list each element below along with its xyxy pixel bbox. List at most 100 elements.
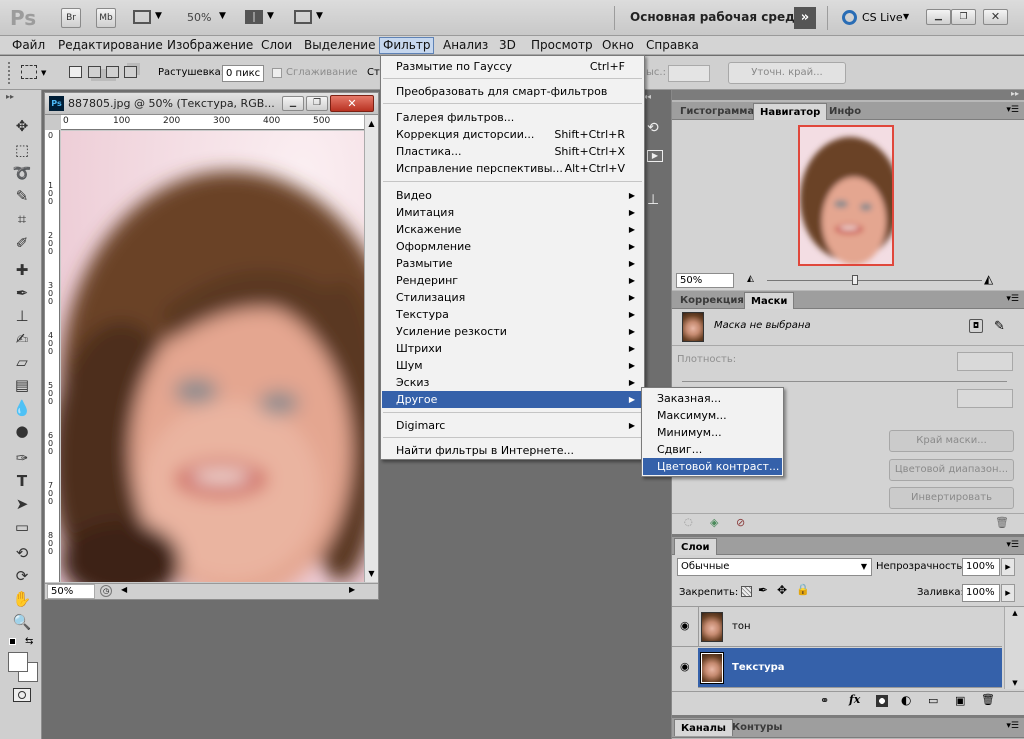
layers-scrollbar[interactable]: ▲ ▼	[1004, 607, 1024, 689]
chevron-down-icon[interactable]: ▼	[903, 12, 909, 21]
menu-item-browse-filters-online[interactable]: Найти фильтры в Интернете...	[382, 442, 643, 459]
navigator-zoom-handle[interactable]	[852, 275, 858, 285]
actions-icon[interactable]: ▶	[647, 150, 663, 162]
menu-select[interactable]: Выделение	[301, 38, 378, 53]
quick-mask-icon[interactable]	[13, 688, 31, 702]
path-selection-tool-icon[interactable]: ➤	[11, 494, 33, 514]
color-range-button[interactable]: Цветовой диапазон...	[889, 459, 1014, 481]
navigator-zoom-slider[interactable]	[767, 280, 982, 281]
menu-item-sketch[interactable]: Эскиз ▶	[382, 374, 643, 391]
foreground-color-swatch[interactable]	[8, 652, 28, 672]
arrange-documents-icon[interactable]	[245, 10, 263, 24]
tab-paths[interactable]: Контуры	[726, 719, 788, 736]
shape-tool-icon[interactable]: ▭	[11, 517, 33, 537]
menu-item-gaussian-blur[interactable]: Размытие по Гауссу Ctrl+F	[382, 58, 643, 75]
scroll-up-icon[interactable]: ▲	[1005, 609, 1024, 617]
menu-window[interactable]: Окно	[599, 38, 637, 53]
chevron-down-icon[interactable]: ▼	[316, 11, 323, 21]
navigator-thumbnail[interactable]	[798, 125, 894, 266]
navigator-zoom-field[interactable]: 50%	[676, 273, 734, 288]
menu-layers[interactable]: Слои	[258, 38, 295, 53]
menu-item-vanishing-point[interactable]: Исправление перспективы... Alt+Ctrl+V	[382, 160, 643, 177]
menu-analysis[interactable]: Анализ	[440, 38, 491, 53]
add-pixel-mask-icon[interactable]: ◘	[969, 319, 983, 333]
doc-zoom-field[interactable]: 50%	[47, 584, 95, 599]
clone-stamp-tool-icon[interactable]: ⊥	[11, 306, 33, 326]
minimize-button[interactable]: ▁	[926, 9, 951, 25]
mask-edge-button[interactable]: Край маски...	[889, 430, 1014, 452]
add-mask-icon[interactable]	[876, 695, 888, 707]
cs-live-label[interactable]: CS Live	[862, 11, 903, 24]
3d-rotate-tool-icon[interactable]: ⟲	[11, 543, 33, 563]
add-selection-icon[interactable]	[88, 66, 101, 78]
feather-input[interactable]	[957, 389, 1013, 408]
new-layer-icon[interactable]: ▣	[955, 694, 965, 707]
lock-all-icon[interactable]: 🔒	[796, 583, 810, 596]
canvas-image[interactable]	[61, 131, 364, 582]
scroll-right-icon[interactable]: ▶	[349, 585, 355, 594]
new-group-icon[interactable]: ▭	[928, 694, 938, 707]
menu-help[interactable]: Справка	[643, 38, 702, 53]
workspace-label[interactable]: Основная рабочая среда	[630, 10, 803, 24]
chevron-down-icon[interactable]: ▼	[41, 69, 46, 77]
hand-tool-icon[interactable]: ✋	[11, 589, 33, 609]
submenu-item-minimum[interactable]: Минимум...	[643, 424, 782, 441]
disable-mask-icon[interactable]: ⊘	[736, 516, 745, 529]
menu-item-video[interactable]: Видео ▶	[382, 187, 643, 204]
scroll-left-icon[interactable]: ◀	[121, 585, 127, 594]
menu-3d[interactable]: 3D	[496, 38, 519, 53]
3d-orbit-tool-icon[interactable]: ⟳	[11, 566, 33, 586]
chevron-down-icon[interactable]: ▼	[267, 11, 274, 21]
menu-item-other[interactable]: Другое ▶	[382, 391, 643, 408]
menu-image[interactable]: Изображение	[164, 38, 256, 53]
extras-icon[interactable]	[133, 10, 151, 24]
tab-layers[interactable]: Слои	[674, 538, 717, 555]
menu-view[interactable]: Просмотр	[528, 38, 596, 53]
submenu-item-maximum[interactable]: Максимум...	[643, 407, 782, 424]
menu-item-lens-correction[interactable]: Коррекция дисторсии... Shift+Ctrl+R	[382, 126, 643, 143]
intersect-selection-icon[interactable]	[124, 66, 137, 78]
layer-name[interactable]: тон	[732, 621, 750, 632]
submenu-item-offset[interactable]: Сдвиг...	[643, 441, 782, 458]
type-tool-icon[interactable]: T	[11, 471, 33, 491]
eyedropper-tool-icon[interactable]: ✐	[11, 233, 33, 253]
lock-pixels-icon[interactable]: ✒	[758, 583, 768, 597]
eye-icon[interactable]: ◉	[680, 660, 690, 673]
density-input[interactable]	[957, 352, 1013, 371]
document-title-bar[interactable]: Ps 887805.jpg @ 50% (Текстура, RGB... ▁ …	[45, 93, 378, 115]
menu-item-brush-strokes[interactable]: Штрихи ▶	[382, 340, 643, 357]
feather-input[interactable]: 0 пикс	[222, 65, 264, 82]
lock-transparency-icon[interactable]	[741, 586, 752, 597]
opacity-slider-arrow[interactable]: ▶	[1001, 558, 1015, 576]
menu-filter[interactable]: Фильтр	[379, 37, 435, 54]
panel-menu-icon[interactable]: ▾☰	[1006, 294, 1019, 304]
menu-file[interactable]: Файл	[9, 38, 48, 53]
panel-menu-icon[interactable]: ▾☰	[1006, 540, 1019, 550]
menu-item-liquify[interactable]: Пластика... Shift+Ctrl+X	[382, 143, 643, 160]
menu-edit[interactable]: Редактирование	[55, 38, 166, 53]
height-input[interactable]	[668, 65, 710, 82]
menu-item-digimarc[interactable]: Digimarc ▶	[382, 417, 643, 434]
layer-name[interactable]: Текстура	[732, 662, 785, 673]
menu-item-smart-filters[interactable]: Преобразовать для смарт-фильтров	[382, 83, 643, 100]
menu-item-noise[interactable]: Шум ▶	[382, 357, 643, 374]
subtract-selection-icon[interactable]	[106, 66, 119, 78]
doc-close-button[interactable]: ✕	[330, 95, 374, 112]
close-button[interactable]: ✕	[983, 9, 1008, 25]
load-selection-icon[interactable]: ◌	[684, 517, 693, 528]
menu-item-stylize[interactable]: Стилизация ▶	[382, 289, 643, 306]
adjustment-layer-icon[interactable]: ◐	[901, 693, 911, 707]
eye-icon[interactable]: ◉	[680, 619, 690, 632]
collapse-icon[interactable]: ▸▸	[6, 92, 14, 101]
history-brush-tool-icon[interactable]: ✍	[11, 329, 33, 349]
tab-channels[interactable]: Каналы	[674, 719, 733, 736]
tab-adjustments[interactable]: Коррекция	[674, 292, 750, 309]
delete-mask-icon[interactable]: 🗑	[995, 516, 1009, 529]
invert-button[interactable]: Инвертировать	[889, 487, 1014, 509]
opacity-input[interactable]: 100%	[962, 558, 1000, 576]
link-layers-icon[interactable]: ⚭	[820, 694, 829, 707]
blur-tool-icon[interactable]: 💧	[11, 398, 33, 418]
cs-live-icon[interactable]	[842, 10, 857, 25]
tab-masks[interactable]: Маски	[744, 292, 795, 309]
lasso-tool-icon[interactable]: ➰	[11, 163, 33, 183]
